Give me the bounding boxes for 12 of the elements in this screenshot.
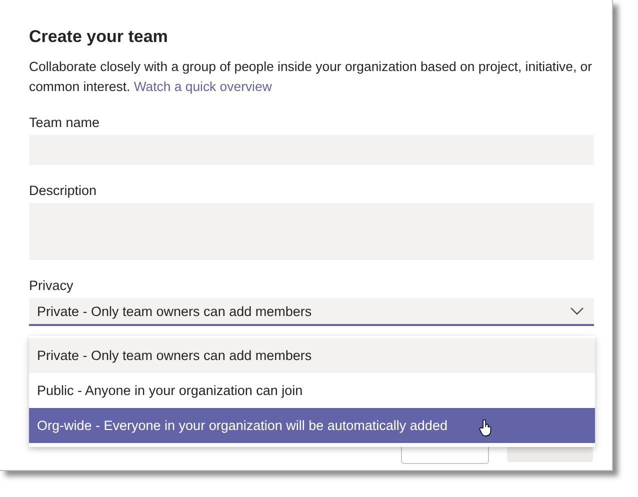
hand-cursor-icon — [479, 419, 493, 437]
dialog-description: Collaborate closely with a group of people inside your organization based on project, initiative, or common interest. Watch a quick overview — [29, 58, 593, 96]
dropdown-option[interactable]: Private - Only team owners can add members — [29, 338, 595, 373]
field-label: Description — [29, 183, 98, 198]
privacy-dropdown[interactable]: Private - Only team owners can add members — [29, 298, 594, 326]
chevron-down-icon — [570, 307, 584, 315]
dropdown-option[interactable]: Org-wide - Everyone in your organization will be automatically added — [29, 408, 595, 443]
overview-link[interactable]: Watch a quick overview — [134, 79, 272, 94]
dropdown-option[interactable]: Public - Anyone in your organization can join — [29, 373, 595, 408]
field-label: Team name — [29, 115, 101, 130]
field-label: Privacy — [29, 278, 74, 293]
dialog-title: Create your team — [29, 26, 169, 47]
